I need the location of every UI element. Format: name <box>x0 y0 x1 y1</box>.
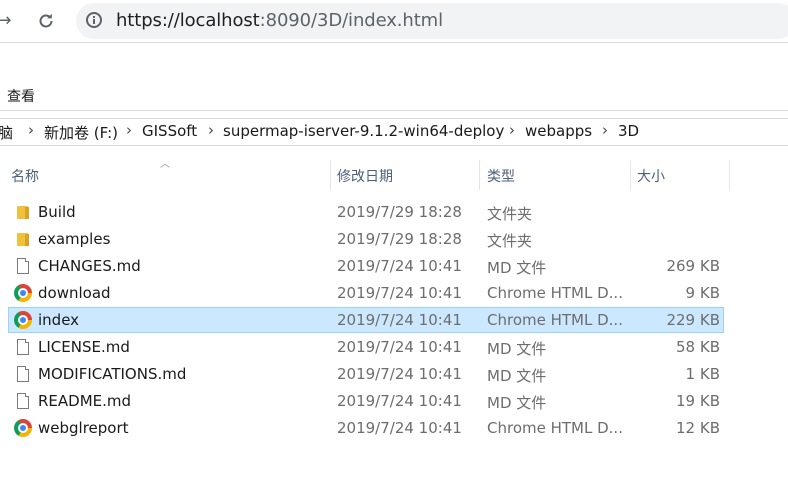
file-icon <box>14 392 32 410</box>
file-name: MODIFICATIONS.md <box>38 365 187 383</box>
chevron-right-icon[interactable]: › <box>126 121 132 139</box>
file-name: index <box>38 311 80 329</box>
file-date: 2019/7/29 18:28 <box>337 203 462 221</box>
breadcrumb-item-deploy[interactable]: supermap-iserver-9.1.2-win64-deploy <box>223 122 504 140</box>
file-type: MD 文件 <box>487 259 547 277</box>
file-size: 1 KB <box>685 365 720 383</box>
file-row-examples[interactable]: examples 2019/7/29 18:28 文件夹 <box>8 226 724 252</box>
file-date: 2019/7/24 10:41 <box>337 284 462 302</box>
chrome-icon <box>14 284 32 302</box>
column-header-date[interactable]: 修改日期 <box>337 166 393 186</box>
file-row-readme[interactable]: README.md 2019/7/24 10:41 MD 文件 19 KB <box>8 388 724 414</box>
arrow-left-icon[interactable]: → <box>0 11 14 31</box>
chevron-right-icon[interactable]: › <box>509 121 515 139</box>
file-date: 2019/7/29 18:28 <box>337 230 462 248</box>
file-name: CHANGES.md <box>38 257 141 275</box>
file-type: MD 文件 <box>487 367 547 385</box>
file-row-changes[interactable]: CHANGES.md 2019/7/24 10:41 MD 文件 269 KB <box>8 253 724 279</box>
reload-icon[interactable] <box>36 11 56 31</box>
column-header-name[interactable]: 名称 <box>11 166 39 186</box>
column-divider[interactable] <box>630 160 631 190</box>
file-name: examples <box>38 230 111 248</box>
column-divider[interactable] <box>729 160 730 190</box>
folder-icon <box>14 230 32 248</box>
file-date: 2019/7/24 10:41 <box>337 338 462 356</box>
column-divider[interactable] <box>330 160 331 190</box>
file-type: 文件夹 <box>487 232 533 250</box>
file-size: 58 KB <box>676 338 720 356</box>
chevron-right-icon[interactable]: › <box>602 121 608 139</box>
file-date: 2019/7/24 10:41 <box>337 311 462 329</box>
file-size: 9 KB <box>685 284 720 302</box>
file-type: Chrome HTML D... <box>487 284 623 302</box>
file-size: 19 KB <box>676 392 720 410</box>
breadcrumb-item-gissoft[interactable]: GISSoft <box>142 122 197 140</box>
file-type: 文件夹 <box>487 205 533 223</box>
breadcrumb-item-pc[interactable]: 脑 <box>0 122 13 143</box>
chrome-icon <box>14 311 32 329</box>
file-name: Build <box>38 203 76 221</box>
file-date: 2019/7/24 10:41 <box>337 419 462 437</box>
breadcrumb-item-webapps[interactable]: webapps <box>525 122 592 140</box>
file-type: Chrome HTML D... <box>487 311 623 329</box>
chevron-right-icon[interactable]: › <box>28 121 34 139</box>
file-row-license[interactable]: LICENSE.md 2019/7/24 10:41 MD 文件 58 KB <box>8 334 724 360</box>
file-size: 12 KB <box>676 419 720 437</box>
url-path: :8090/3D/index.html <box>259 10 444 31</box>
file-name: LICENSE.md <box>38 338 130 356</box>
file-date: 2019/7/24 10:41 <box>337 257 462 275</box>
tab-view[interactable]: 查看 <box>7 86 35 106</box>
file-type: Chrome HTML D... <box>487 419 623 437</box>
file-type: MD 文件 <box>487 340 547 358</box>
column-header-type[interactable]: 类型 <box>487 166 515 186</box>
breadcrumb-item-drive[interactable]: 新加卷 (F:) <box>44 122 118 143</box>
file-date: 2019/7/24 10:41 <box>337 392 462 410</box>
chevron-right-icon[interactable]: › <box>208 121 214 139</box>
file-name: webglreport <box>38 419 129 437</box>
file-name: README.md <box>38 392 132 410</box>
file-type: MD 文件 <box>487 394 547 412</box>
file-name: download <box>38 284 111 302</box>
file-icon <box>14 257 32 275</box>
sort-ascending-icon: ︿ <box>160 159 170 170</box>
url-text[interactable]: https://localhost:8090/3D/index.html <box>116 10 443 31</box>
url-host: https://localhost <box>116 10 260 31</box>
folder-icon <box>14 203 32 221</box>
chrome-icon <box>14 419 32 437</box>
column-header-size[interactable]: 大小 <box>637 166 665 186</box>
file-date: 2019/7/24 10:41 <box>337 365 462 383</box>
file-row-build[interactable]: Build 2019/7/29 18:28 文件夹 <box>8 199 724 225</box>
file-row-modifications[interactable]: MODIFICATIONS.md 2019/7/24 10:41 MD 文件 1… <box>8 361 724 387</box>
file-size: 269 KB <box>666 257 720 275</box>
ribbon-divider <box>0 110 788 111</box>
info-icon[interactable] <box>86 12 102 28</box>
file-row-index[interactable]: index 2019/7/24 10:41 Chrome HTML D... 2… <box>8 307 724 333</box>
column-divider[interactable] <box>479 160 480 190</box>
file-row-download[interactable]: download 2019/7/24 10:41 Chrome HTML D..… <box>8 280 724 306</box>
file-icon <box>14 365 32 383</box>
file-icon <box>14 338 32 356</box>
breadcrumb-item-3d[interactable]: 3D <box>618 122 639 140</box>
file-size: 229 KB <box>666 311 720 329</box>
file-row-webglreport[interactable]: webglreport 2019/7/24 10:41 Chrome HTML … <box>8 415 724 441</box>
